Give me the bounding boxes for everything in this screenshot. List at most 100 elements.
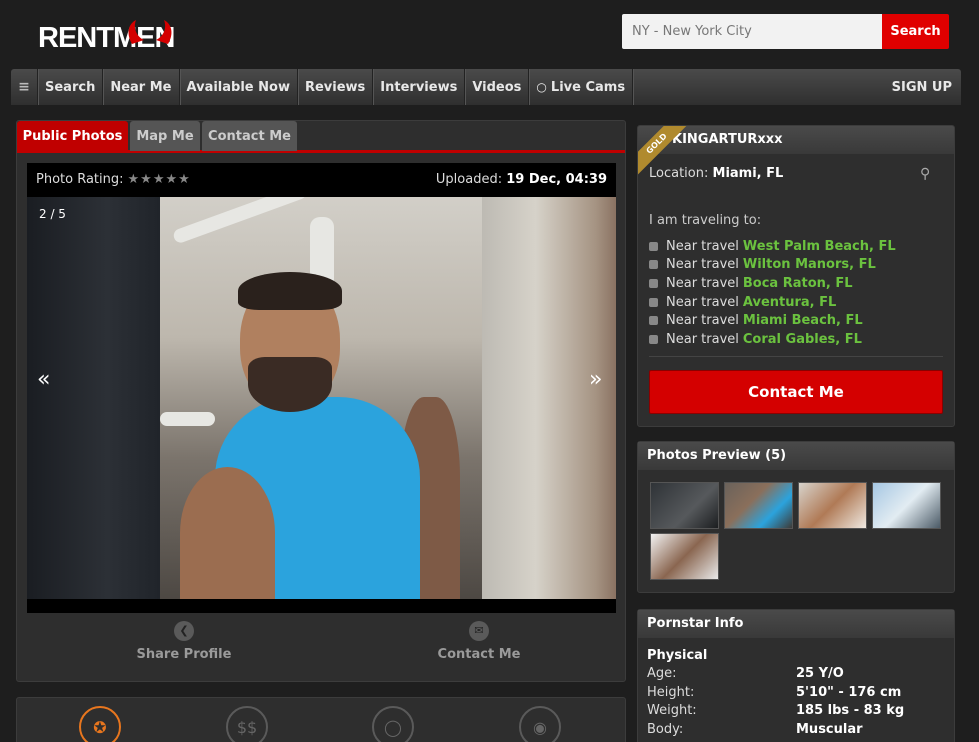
award-icon[interactable]: ✪ (79, 706, 121, 742)
uploaded-label: Uploaded: (435, 171, 503, 187)
tab-map-me[interactable]: Map Me (130, 121, 200, 151)
devil-icon[interactable]: ◯ (372, 706, 414, 742)
travel-city[interactable]: Aventura, FL (743, 295, 836, 310)
photo-thumbnail[interactable] (798, 482, 867, 529)
photo-info-bar: Photo Rating: ★★★★★ Uploaded: 19 Dec, 04… (27, 163, 616, 195)
near-travel-label: Near travel (666, 275, 739, 291)
gym-equipment (171, 197, 309, 245)
previous-arrow-icon[interactable]: « (37, 367, 50, 392)
map-pin-icon[interactable]: ⚲ (920, 166, 940, 184)
near-travel-label: Near travel (666, 313, 739, 329)
photo-actions: ❮ Share Profile ✉ Contact Me (27, 619, 616, 669)
nav-available-now[interactable]: Available Now (180, 69, 298, 105)
photo-thumbnail[interactable] (650, 482, 719, 529)
info-row-age: Age: 25 Y/O (647, 666, 947, 684)
luggage-icon (649, 334, 658, 344)
info-value: 185 lbs - 83 kg (796, 703, 905, 718)
search-button[interactable]: Search (882, 14, 949, 49)
camera-icon[interactable]: ◉ (519, 706, 561, 742)
travel-city[interactable]: Coral Gables, FL (743, 332, 862, 347)
profile-panel: KINGARTURxxx GOLD Location: Miami, FL ⚲ … (637, 125, 955, 427)
uploaded-info: Uploaded: 19 Dec, 04:39 (436, 172, 607, 187)
luggage-icon (649, 241, 658, 251)
luggage-icon (649, 278, 658, 288)
photo-panel: Public Photos Map Me Contact Me Photo Ra… (16, 120, 626, 682)
photo-thumbnail[interactable] (650, 533, 719, 580)
luggage-icon (649, 260, 658, 270)
nav-signup[interactable]: SIGN UP (885, 69, 961, 105)
divider (649, 356, 943, 357)
travel-city[interactable]: Miami Beach, FL (743, 313, 863, 328)
list-item: Near travel Wilton Manors, FL (649, 256, 896, 275)
username: KINGARTURxxx (672, 132, 783, 147)
info-row-weight: Weight: 185 lbs - 83 kg (647, 703, 947, 721)
contact-me-label: Contact Me (437, 646, 521, 662)
webcam-icon: ○ (536, 80, 547, 94)
search-bar: Search (622, 14, 949, 49)
photos-preview-title: Photos Preview (5) (638, 442, 954, 470)
info-value: Muscular (796, 722, 863, 737)
luggage-icon (649, 297, 658, 307)
photo-counter: 2 / 5 (39, 207, 66, 221)
person-beard (248, 357, 332, 412)
main-nav: ≡ Search Near Me Available Now Reviews I… (11, 69, 961, 105)
nav-videos[interactable]: Videos (465, 69, 530, 105)
luggage-icon (649, 316, 658, 326)
next-photo-preview (482, 197, 616, 599)
list-item: Near travel West Palm Beach, FL (649, 237, 896, 256)
star-rating-icon[interactable]: ★★★★★ (128, 172, 191, 187)
search-input[interactable] (622, 14, 882, 49)
previous-photo-preview (27, 197, 160, 599)
travel-city[interactable]: West Palm Beach, FL (743, 239, 896, 254)
near-travel-label: Near travel (666, 238, 739, 254)
person-hair (238, 272, 342, 310)
devil-horns-icon (128, 20, 172, 44)
near-travel-label: Near travel (666, 294, 739, 310)
info-title: Pornstar Info (638, 610, 954, 638)
pornstar-info-panel: Pornstar Info Physical Age: 25 Y/O Heigh… (637, 609, 955, 742)
menu-icon[interactable]: ≡ (11, 69, 38, 105)
photo-thumbnail[interactable] (872, 482, 941, 529)
photo-rating-label: Photo Rating: (36, 171, 124, 187)
info-label: Age: (647, 666, 677, 681)
tab-public-photos[interactable]: Public Photos (17, 121, 128, 151)
nav-live-cams[interactable]: ○ Live Cams (529, 69, 634, 105)
nav-interviews[interactable]: Interviews (373, 69, 466, 105)
travel-list: Near travel West Palm Beach, FL Near trav… (649, 237, 896, 349)
list-item: Near travel Boca Raton, FL (649, 274, 896, 293)
share-profile-button[interactable]: ❮ Share Profile (84, 619, 284, 662)
profile-header: KINGARTURxxx (638, 126, 954, 154)
envelope-icon: ✉ (469, 620, 489, 641)
nav-reviews[interactable]: Reviews (298, 69, 374, 105)
travel-city[interactable]: Boca Raton, FL (743, 276, 853, 291)
nav-near-me[interactable]: Near Me (103, 69, 180, 105)
list-item: Near travel Miami Beach, FL (649, 311, 896, 330)
list-item: Near travel Coral Gables, FL (649, 330, 896, 349)
site-header: RENTMEN Search (0, 0, 979, 68)
photos-preview-panel: Photos Preview (5) (637, 441, 955, 593)
nav-live-cams-label: Live Cams (550, 79, 626, 95)
location-value: Miami, FL (712, 166, 784, 181)
share-profile-label: Share Profile (136, 646, 232, 662)
tab-contact-me[interactable]: Contact Me (202, 121, 297, 151)
money-icon[interactable]: $$ (226, 706, 268, 742)
person-arm (180, 467, 275, 599)
location-label: Location: (649, 166, 709, 181)
contact-me-link[interactable]: ✉ Contact Me (379, 619, 579, 662)
info-value: 25 Y/O (796, 666, 844, 681)
photo-thumbnail[interactable] (724, 482, 793, 529)
info-row-height: Height: 5'10" - 176 cm (647, 685, 947, 703)
next-arrow-icon[interactable]: » (589, 367, 602, 392)
profile-tabs: Public Photos Map Me Contact Me (17, 121, 625, 153)
info-label: Body: (647, 722, 684, 737)
traveling-label: I am traveling to: (649, 213, 762, 228)
info-value: 5'10" - 176 cm (796, 685, 902, 700)
site-logo[interactable]: RENTMEN (38, 20, 175, 55)
travel-city[interactable]: Wilton Manors, FL (743, 257, 876, 272)
share-icon: ❮ (174, 620, 194, 641)
photo-slide[interactable]: 2 / 5 « » (27, 197, 616, 599)
nav-search[interactable]: Search (38, 69, 104, 105)
uploaded-date: 19 Dec, 04:39 (506, 171, 607, 187)
list-item: Near travel Aventura, FL (649, 293, 896, 312)
contact-me-button[interactable]: Contact Me (649, 370, 943, 414)
